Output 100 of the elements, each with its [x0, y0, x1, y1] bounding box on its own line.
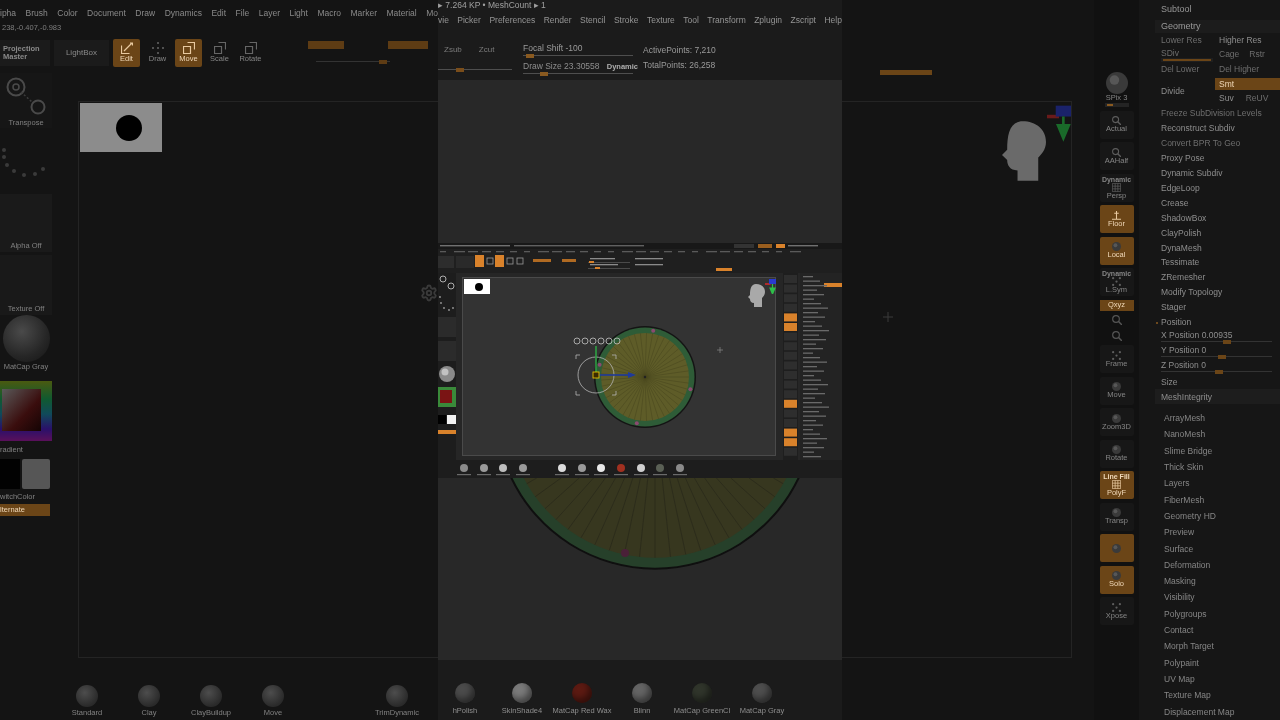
palette-item[interactable]: ClayPolish [1155, 225, 1280, 241]
toggle-button[interactable] [308, 41, 344, 49]
palette-item[interactable]: Texture Map [1155, 687, 1280, 704]
palette-button[interactable]: Smt [1215, 78, 1280, 91]
menu-item[interactable]: Mo [426, 6, 438, 20]
mode-button[interactable]: Zsub [444, 45, 462, 55]
menu-item[interactable]: Marker [350, 6, 377, 20]
menu-item[interactable]: Preferences [489, 13, 536, 27]
sphere-icon [1112, 382, 1121, 391]
slider-thumb[interactable] [455, 68, 464, 72]
menu-item[interactable]: Draw [135, 6, 156, 20]
axis-gizmo-icon [765, 279, 776, 294]
palette-item[interactable]: Modify Topology [1155, 285, 1280, 301]
menu-item[interactable]: Transform [707, 13, 746, 27]
color-picker[interactable] [0, 381, 52, 441]
palette-item[interactable]: Position [1155, 314, 1280, 330]
palette-header[interactable]: MeshIntegrity [1155, 389, 1280, 405]
menu-item[interactable]: Texture [646, 13, 675, 27]
menu-item[interactable]: Edit [211, 6, 227, 20]
palette-item[interactable]: ArrayMesh [1155, 410, 1280, 427]
palette-item[interactable]: Displacement Map [1155, 703, 1280, 720]
menu-item[interactable]: Material [386, 6, 417, 20]
palette-item[interactable]: DynaMesh [1155, 240, 1280, 256]
menu-item[interactable]: Render [543, 13, 572, 27]
palette-item[interactable]: Slime Bridge [1155, 443, 1280, 460]
slider-thumb[interactable] [378, 60, 387, 64]
palette-item[interactable]: Surface [1155, 540, 1280, 558]
dots-icon [1112, 602, 1121, 612]
toggle-button[interactable] [388, 41, 428, 49]
slider-thumb[interactable] [526, 54, 535, 58]
menu-item[interactable]: Help [824, 13, 842, 27]
palette-item[interactable]: Polygroups [1155, 605, 1280, 623]
palette-item[interactable]: Preview [1155, 524, 1280, 541]
palette-item[interactable]: Masking [1155, 573, 1280, 590]
slider-thumb[interactable] [1222, 340, 1231, 345]
slider-track[interactable] [438, 68, 512, 72]
color-swatch-icon [22, 459, 50, 489]
menu-item[interactable]: Dynamics [164, 6, 202, 20]
magnifier-icon [1111, 315, 1122, 325]
menu-item[interactable]: Zplugin [754, 13, 783, 27]
palette-item[interactable]: UV Map [1155, 671, 1280, 688]
palette-item[interactable]: ZRemesher [1155, 270, 1280, 286]
menu-item[interactable]: vie [438, 13, 449, 27]
menu-item[interactable]: Layer [258, 6, 280, 20]
settings-icon[interactable] [420, 284, 438, 302]
palette-slider[interactable]: X Position 0.00935 [1155, 329, 1280, 345]
menu-item[interactable]: Document [87, 6, 126, 20]
head-icon [748, 284, 765, 307]
palette-header[interactable]: Geometry [1155, 19, 1280, 33]
slider-track[interactable] [523, 72, 633, 76]
menu-item[interactable]: Zscript [790, 13, 816, 27]
palette-item[interactable]: ShadowBox [1155, 210, 1280, 226]
palette-button[interactable]: Suv [1215, 90, 1242, 107]
dots-cross-icon [151, 42, 164, 54]
menu-item[interactable]: Brush [25, 6, 48, 20]
palette-slider[interactable]: Z Position 0 [1155, 359, 1280, 375]
palette-slider[interactable]: Y Position 0 [1155, 344, 1280, 360]
menu-item[interactable]: File [235, 6, 250, 20]
palette-item[interactable]: EdgeLoop [1155, 180, 1280, 196]
palette-item[interactable]: NanoMesh [1155, 426, 1280, 443]
slider-thumb[interactable] [1214, 370, 1223, 375]
menu-item[interactable]: Color [57, 6, 78, 20]
palette-item[interactable]: Polypaint [1155, 654, 1280, 672]
palette-item[interactable]: Tessimate [1155, 255, 1280, 271]
squares-icon [182, 42, 195, 54]
palette-header[interactable]: Subtool [1155, 3, 1280, 17]
cross-on-line-icon [1112, 210, 1121, 220]
palette-item[interactable]: Size [1155, 374, 1280, 390]
menu-item[interactable]: Stencil [580, 13, 606, 27]
menu-item[interactable]: ipha [0, 6, 17, 20]
crosshair-icon [717, 347, 723, 353]
palette-item[interactable]: Stager [1155, 300, 1280, 315]
slider-track[interactable] [523, 54, 633, 58]
palette-item[interactable]: FiberMesh [1155, 491, 1280, 509]
palette-item[interactable]: Morph Target [1155, 638, 1280, 655]
menu-item[interactable]: Picker [457, 13, 481, 27]
palette-item[interactable]: Contact [1155, 622, 1280, 639]
slider-thumb[interactable] [1217, 355, 1226, 360]
palette-button[interactable]: Higher Res [1215, 33, 1280, 48]
shelf-button[interactable] [1099, 534, 1134, 562]
palette-item[interactable]: Reconstruct Subdiv [1155, 121, 1280, 137]
toggle-bar[interactable] [880, 70, 932, 75]
palette-item[interactable]: Layers [1155, 475, 1280, 492]
palette-item[interactable]: Thick Skin [1155, 459, 1280, 476]
slider-thumb[interactable] [540, 72, 549, 76]
palette-item[interactable]: Crease [1155, 195, 1280, 211]
menu-item[interactable]: Light [289, 6, 308, 20]
mode-button[interactable]: Zcut [478, 45, 495, 55]
palette-item[interactable]: Geometry HD [1155, 508, 1280, 525]
sphere-icon [1112, 571, 1121, 580]
palette-button[interactable]: Divide [1155, 76, 1215, 107]
menu-item[interactable]: Macro [317, 6, 342, 20]
palette-item[interactable]: Deformation [1155, 557, 1280, 574]
toolbar-button[interactable]: LightBox [54, 39, 109, 66]
menu-item[interactable]: Stroke [613, 13, 639, 27]
menu-item[interactable]: Tool [683, 13, 699, 27]
palette-item[interactable]: Visibility [1155, 589, 1280, 606]
stat-readout: ActivePoints: 7,210 [643, 45, 716, 55]
palette-item[interactable]: Dynamic Subdiv [1155, 165, 1280, 181]
palette-item[interactable]: Proxy Pose [1155, 151, 1280, 166]
